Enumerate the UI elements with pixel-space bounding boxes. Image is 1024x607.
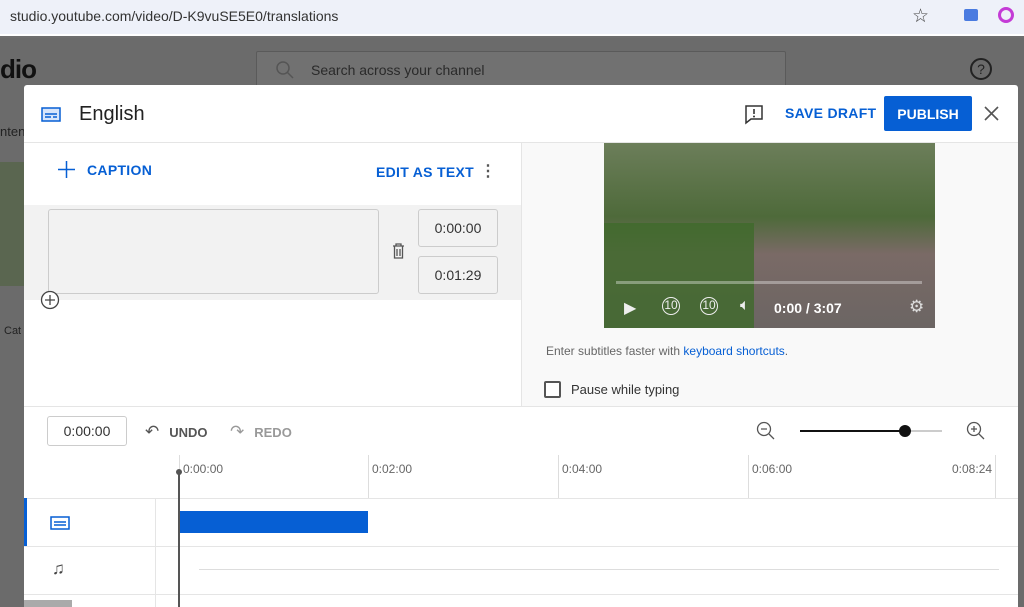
video-progress-bar[interactable] [616, 281, 922, 284]
dialog-title: English [79, 103, 145, 125]
selected-track-indicator [24, 498, 27, 546]
playhead[interactable] [178, 471, 180, 607]
feedback-icon[interactable] [745, 105, 763, 125]
side-text: nten [0, 124, 26, 139]
help-icon[interactable]: ? [970, 58, 992, 80]
zoom-slider-thumb[interactable] [899, 425, 912, 437]
caption-row: 0:00:00 0:01:29 [24, 205, 521, 300]
side-text-2: Cat [4, 325, 22, 337]
ruler-tick-label: 0:06:00 [752, 462, 793, 476]
rewind-10-icon[interactable]: 10 [662, 297, 680, 315]
profile-icon[interactable] [998, 7, 1014, 23]
redo-icon: ↷ [230, 422, 245, 441]
thumbnail [0, 162, 24, 286]
ruler-tick-label: 0:04:00 [562, 462, 603, 476]
edit-as-text-button[interactable]: EDIT AS TEXT [376, 164, 474, 180]
publish-button[interactable]: PUBLISH [884, 96, 972, 131]
subtitles-track-icon [50, 516, 70, 530]
start-time-input[interactable]: 0:00:00 [418, 209, 498, 247]
current-time-input[interactable]: 0:00:00 [47, 416, 127, 446]
caption-label: CAPTION [87, 161, 153, 178]
url-text: studio.youtube.com/video/D-K9vuSE5E0/tra… [10, 8, 339, 24]
ruler-tick-line [368, 455, 369, 498]
audio-track-icon: ♫ [52, 559, 65, 578]
zoom-out-icon[interactable] [756, 421, 776, 441]
studio-logo: dio [0, 54, 37, 84]
trash-icon[interactable] [392, 243, 405, 259]
subtitles-icon [41, 107, 61, 122]
forward-10-icon[interactable]: 10 [700, 297, 718, 315]
browser-address-bar[interactable]: studio.youtube.com/video/D-K9vuSE5E0/tra… [0, 0, 1024, 36]
pause-while-typing-label: Pause while typing [571, 382, 680, 397]
shortcuts-hint: Enter subtitles faster with keyboard sho… [546, 344, 788, 358]
save-draft-button[interactable]: SAVE DRAFT [785, 105, 876, 121]
audio-waveform [199, 569, 999, 570]
redo-button[interactable]: ↷ REDO [230, 422, 292, 442]
insert-caption-icon[interactable] [40, 290, 60, 310]
more-options-icon[interactable]: ⋮ [480, 161, 496, 181]
ruler-tick-label: 0:00:00 [183, 462, 224, 476]
timeline-ruler[interactable]: 0:00:00 0:02:00 0:04:00 0:06:00 0:08:24 [24, 455, 1018, 498]
preview-pane: ▶ 10 10 🔈︎ 0:00 / 3:07 ⚙ Enter subtitles… [522, 143, 1018, 406]
end-time-input[interactable]: 0:01:29 [418, 256, 498, 294]
keyboard-shortcuts-link[interactable]: keyboard shortcuts [683, 344, 784, 358]
ruler-tick-label: 0:02:00 [372, 462, 413, 476]
ruler-tick-line [995, 455, 996, 498]
hint-text: Enter subtitles faster with [546, 344, 684, 358]
plus-icon [58, 161, 75, 178]
undo-label: UNDO [169, 424, 208, 440]
ruler-tick-line [748, 455, 749, 498]
search-input[interactable]: Search across your channel [256, 51, 786, 87]
add-caption-button[interactable]: CAPTION [58, 161, 152, 178]
volume-icon[interactable]: 🔈︎ [740, 297, 750, 315]
horizontal-scrollbar[interactable] [24, 600, 72, 607]
search-icon [276, 61, 294, 79]
pause-while-typing-checkbox[interactable] [544, 381, 561, 398]
settings-icon[interactable]: ⚙ [909, 297, 924, 317]
undo-button[interactable]: ↶ UNDO [145, 422, 208, 442]
search-placeholder: Search across your channel [311, 62, 485, 78]
redo-label: REDO [254, 424, 292, 440]
close-icon[interactable] [984, 106, 999, 121]
caption-editor-dialog: English SAVE DRAFT PUBLISH CAPTION EDIT … [24, 85, 1018, 607]
play-icon[interactable]: ▶ [624, 298, 636, 318]
extension-icon[interactable] [964, 9, 978, 21]
ruler-tick-label: 0:08:24 [952, 462, 993, 476]
caption-text-input[interactable] [48, 209, 379, 294]
ruler-tick-line [558, 455, 559, 498]
undo-icon: ↶ [145, 422, 160, 441]
video-time: 0:00 / 3:07 [774, 300, 842, 316]
caption-block[interactable] [179, 511, 368, 533]
zoom-in-icon[interactable] [966, 421, 986, 441]
video-player[interactable]: ▶ 10 10 🔈︎ 0:00 / 3:07 ⚙ [604, 143, 935, 328]
star-icon[interactable]: ☆ [912, 5, 929, 28]
hint-suffix: . [784, 344, 789, 358]
divider [24, 406, 1018, 407]
zoom-slider[interactable] [800, 425, 942, 437]
